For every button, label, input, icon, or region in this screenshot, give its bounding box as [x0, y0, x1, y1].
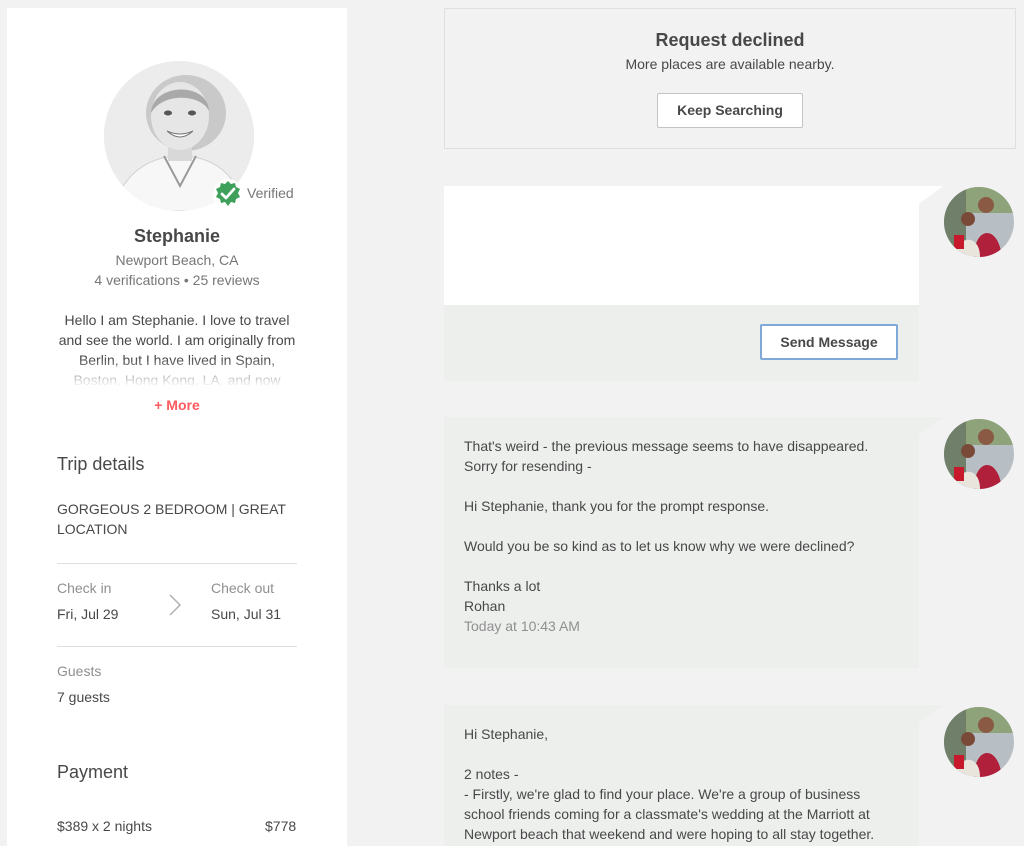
payment-line-label: $389 x 2 nights [57, 818, 152, 834]
divider [57, 563, 297, 564]
trip-details-title: Trip details [57, 454, 145, 474]
send-message-button[interactable]: Send Message [760, 324, 898, 360]
message-line: - Firstly, we're glad to find your place… [464, 786, 861, 802]
keep-searching-button[interactable]: Keep Searching [657, 93, 803, 128]
divider [57, 646, 297, 647]
request-status-panel: Request declined More places are availab… [444, 8, 1016, 149]
checkout-value: Sun, Jul 31 [211, 606, 282, 622]
guests-label: Guests [57, 663, 102, 679]
host-sidebar: Verified Stephanie Newport Beach, CA 4 v… [7, 8, 347, 846]
couple-photo-icon [944, 707, 1014, 777]
message-line: Hi Stephanie, thank you for the prompt r… [464, 498, 770, 514]
host-stats: 4 verifications • 25 reviews [94, 272, 260, 288]
message-line: Thanks a lot [464, 578, 541, 594]
message-bubble: That's weird - the previous message seem… [444, 417, 919, 668]
couple-photo-icon [944, 419, 1014, 489]
host-name: Stephanie [133, 226, 221, 246]
payment-line-amount: $778 [265, 818, 297, 834]
message-line: Rohan [464, 598, 506, 614]
message-bubble: Hi Stephanie, 2 notes - - Firstly, we're… [444, 705, 919, 846]
checkout-label: Check out [211, 580, 275, 596]
verified-badge [213, 179, 243, 209]
message-line: Would you be so kind as to let us know w… [464, 538, 855, 554]
checkin-label: Check in [57, 580, 112, 596]
checkin-value: Fri, Jul 29 [57, 606, 119, 622]
verified-label: Verified [247, 185, 294, 201]
status-title: Request declined [655, 30, 805, 50]
chevron-right-icon [169, 594, 182, 616]
user-avatar[interactable] [944, 419, 1014, 489]
check-badge-icon [216, 181, 240, 206]
message-line: 2 notes - [464, 766, 519, 782]
more-link[interactable]: + More [7, 397, 347, 413]
bubble-tail [919, 705, 943, 723]
user-avatar[interactable] [944, 707, 1014, 777]
guests-value: 7 guests [57, 689, 110, 705]
couple-photo-icon [944, 187, 1014, 257]
status-subtitle: More places are available nearby. [625, 56, 835, 72]
message-line: That's weird - the previous message seem… [464, 438, 869, 454]
composer-footer: Send Message [444, 305, 919, 381]
message-input[interactable] [444, 186, 919, 305]
bubble-tail [919, 417, 943, 435]
host-location: Newport Beach, CA [115, 252, 239, 268]
bio-fade [47, 358, 307, 390]
message-line: Newport beach that weekend and were hopi… [464, 826, 875, 842]
listing-name[interactable]: GORGEOUS 2 BEDROOM | GREAT LOCATION [57, 499, 297, 539]
message-composer: Send Message [444, 186, 919, 381]
message-timestamp: Today at 10:43 AM [464, 618, 580, 634]
payment-title: Payment [57, 762, 129, 782]
user-avatar[interactable] [944, 187, 1014, 257]
message-line: Hi Stephanie, [464, 726, 549, 742]
bubble-tail [919, 186, 943, 204]
message-line: Sorry for resending - [464, 458, 592, 474]
message-line: school friends coming for a classmate's … [464, 806, 870, 822]
